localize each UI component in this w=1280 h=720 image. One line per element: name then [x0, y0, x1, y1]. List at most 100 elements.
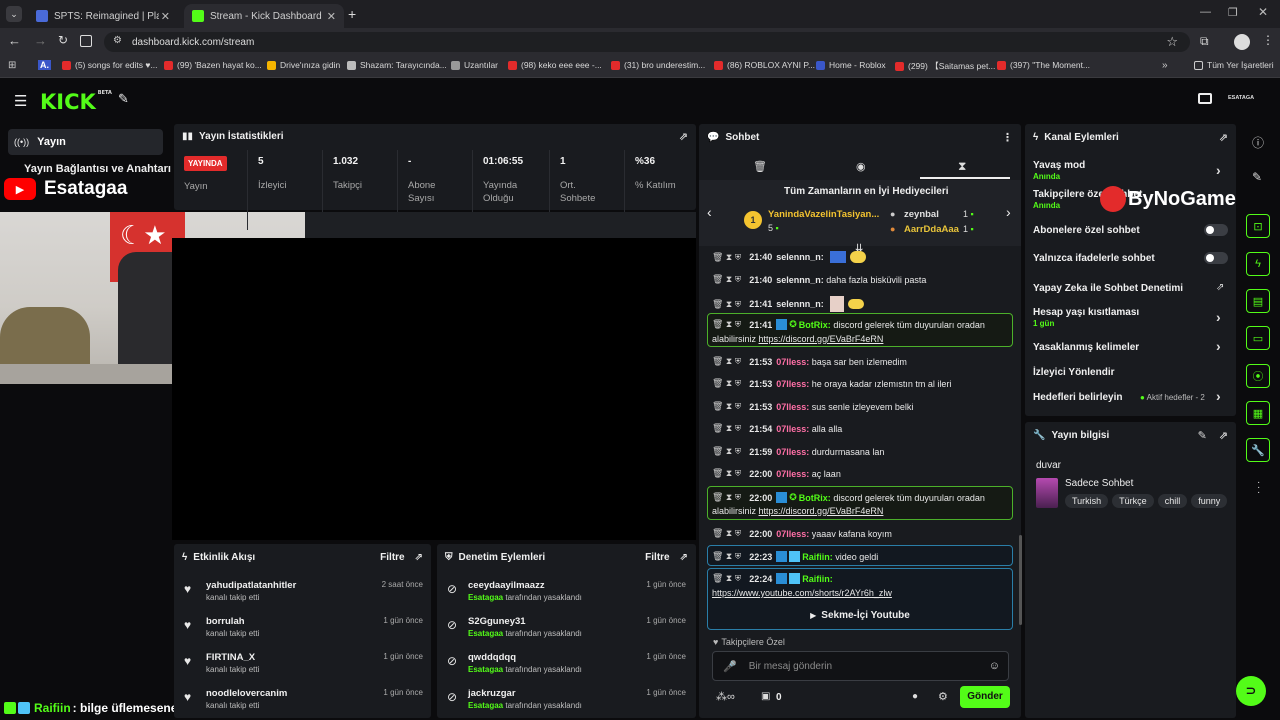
chat-message[interactable]: 🗑 ⧗ ⛨ 22:00 07lless: yaaav kafana koyım: [712, 528, 892, 539]
popout-icon[interactable]: ⇗: [1219, 131, 1228, 144]
hamburger-menu-icon[interactable]: ☰: [14, 92, 27, 110]
redirect-row[interactable]: İzleyici Yönlendir: [1033, 367, 1115, 378]
chat-message[interactable]: 🗑 ⧗ ⛨ 21:53 07lless: sus senle izleyevem b…: [712, 401, 913, 412]
chat-message[interactable]: 🗑 ⧗ ⛨ 21:40 selennn_n:: [712, 251, 866, 263]
message-actions-icon[interactable]: 🗑 ⧗ ⛨: [712, 319, 741, 330]
chat-input[interactable]: 🎤 Bir mesaj gönderin ☺: [712, 651, 1009, 681]
mic-icon[interactable]: 🎤: [723, 660, 737, 673]
rail-button-capture[interactable]: ⊡: [1246, 214, 1270, 238]
more-dots-icon[interactable]: · · ·: [1257, 478, 1260, 498]
chat-message[interactable]: 🗑 ⧗ ⛨ 21:54 07lless: alla alla: [712, 423, 842, 434]
popout-icon[interactable]: ⇗: [680, 552, 688, 563]
pin-icon[interactable]: ✎: [118, 91, 129, 107]
close-tab-icon[interactable]: ✕: [327, 10, 336, 23]
message-actions-icon[interactable]: 🗑 ⧗ ⛨: [712, 573, 741, 584]
message-user[interactable]: 07lless:: [776, 402, 809, 412]
tab-list-button[interactable]: ⌄: [6, 6, 22, 22]
more-bookmarks-icon[interactable]: »: [1162, 60, 1168, 71]
chevron-right-icon[interactable]: ›: [1216, 338, 1221, 354]
chat-message[interactable]: 🗑 ⧗ ⛨ 21:40 selennn_n: daha fazla bisküvil…: [712, 274, 926, 285]
emoji-icon[interactable]: ☺: [989, 660, 1000, 672]
browser-menu-icon[interactable]: ⋮: [1262, 33, 1274, 47]
close-tab-icon[interactable]: ✕: [161, 10, 170, 23]
edit-icon[interactable]: ✎: [1198, 429, 1207, 442]
sidebar-item-stream-key[interactable]: Yayın Bağlantısı ve Anahtarı: [24, 163, 171, 175]
tag-pill[interactable]: funny: [1191, 494, 1228, 508]
message-actions-icon[interactable]: 🗑 ⧗ ⛨: [712, 252, 741, 263]
message-actions-icon[interactable]: 🗑 ⧗ ⛨: [712, 492, 741, 503]
message-user[interactable]: Raifiin:: [802, 574, 833, 584]
bookmark-item[interactable]: (98) keko eee eee -...: [508, 60, 602, 70]
chat-menu-icon[interactable]: ⋮: [1002, 131, 1013, 144]
tag-pill[interactable]: Türkçe: [1112, 494, 1154, 508]
chevron-right-icon[interactable]: ›: [1216, 388, 1221, 404]
bookmark-item[interactable]: Uzantılar: [451, 60, 498, 70]
message-actions-icon[interactable]: 🗑 ⧗ ⛨: [712, 356, 741, 367]
prev-arrow-icon[interactable]: ‹: [707, 204, 712, 220]
new-tab-icon[interactable]: +: [348, 6, 356, 22]
message-user[interactable]: 07lless:: [776, 424, 809, 434]
message-actions-icon[interactable]: 🗑 ⧗ ⛨: [712, 401, 741, 412]
forward-icon[interactable]: →: [34, 33, 47, 48]
account-age-row[interactable]: Hesap yaşı kısıtlaması 1 gün: [1033, 307, 1139, 328]
chat-settings-bubble-icon[interactable]: ●: [912, 691, 918, 702]
slow-mode-row[interactable]: Yavaş mod Anında: [1033, 160, 1085, 181]
site-info-icon[interactable]: ⚙: [113, 35, 122, 46]
chat-scrollbar[interactable]: [1019, 535, 1022, 625]
chevron-right-icon[interactable]: ›: [1216, 162, 1221, 178]
tag-pill[interactable]: Turkish: [1065, 494, 1109, 508]
bookmark-item[interactable]: (299) 【Saitamas pet...: [895, 60, 995, 72]
profile-avatar[interactable]: [1234, 34, 1250, 50]
send-button[interactable]: Gönder: [960, 686, 1010, 708]
message-actions-icon[interactable]: 🗑 ⧗ ⛨: [712, 423, 741, 434]
message-user[interactable]: 07lless:: [776, 447, 809, 457]
bookmark-item[interactable]: Drive'ınıza gidin: [267, 60, 340, 70]
store-icon[interactable]: [1198, 93, 1212, 104]
message-user[interactable]: Raifiin:: [802, 552, 833, 562]
back-icon[interactable]: ←: [8, 33, 21, 48]
sidepanel-icon[interactable]: [80, 35, 92, 47]
message-actions-icon[interactable]: 🗑 ⧗ ⛨: [712, 446, 741, 457]
restore-icon[interactable]: ❐: [1228, 6, 1238, 19]
message-user[interactable]: selennn_n:: [776, 252, 824, 262]
tag-pill[interactable]: chill: [1157, 494, 1188, 508]
bookmark-item[interactable]: Shazam: Tarayıcında...: [347, 60, 447, 70]
video-preview[interactable]: [172, 238, 696, 540]
chat-tab-hourglass-icon[interactable]: ⧗: [958, 159, 966, 174]
browser-tab[interactable]: SPTS: Reimagined | Play on ✕: [28, 4, 178, 28]
rail-button-notes[interactable]: ▤: [1246, 289, 1270, 313]
chat-message[interactable]: 🗑 ⧗ ⛨ 21:53 07lless: he oraya kadar ızlemı…: [712, 378, 951, 389]
bookmark-item[interactable]: (86) ROBLOX AYNI P...: [714, 60, 815, 70]
store-icon[interactable]: ▣: [761, 691, 770, 702]
message-user[interactable]: BotRix:: [799, 493, 831, 503]
rail-button-layout[interactable]: ▦: [1246, 401, 1270, 425]
info-icon[interactable]: ⓘ: [1252, 134, 1264, 151]
close-window-icon[interactable]: ✕: [1258, 5, 1268, 19]
bookmark-item[interactable]: Home - Roblox: [816, 60, 886, 70]
rail-button-tools[interactable]: 🔧: [1246, 438, 1270, 462]
chat-message[interactable]: 🗑 ⧗ ⛨ 21:41 selennn_n:: [712, 296, 864, 312]
extensions-icon[interactable]: ⧉: [1200, 34, 1209, 49]
bookmark-star-icon[interactable]: ☆: [1166, 34, 1178, 50]
settings-gear-icon[interactable]: ⚙: [938, 690, 948, 703]
bookmark-item[interactable]: (397) "The Moment...: [997, 60, 1090, 70]
next-arrow-icon[interactable]: ›: [1006, 204, 1011, 220]
gifter-name[interactable]: YanindaVazelinTasiyan...: [768, 209, 879, 220]
rail-button-bolt[interactable]: ϟ: [1246, 252, 1270, 276]
message-user[interactable]: selennn_n:: [776, 275, 824, 285]
subs-chat-toggle[interactable]: [1204, 224, 1228, 236]
kick-logo[interactable]: KICK BETA: [40, 90, 112, 114]
bookmark-item[interactable]: (99) 'Bazen hayat ko...: [164, 60, 262, 70]
subs-chat-row[interactable]: Abonelere özel sohbet: [1033, 225, 1140, 236]
sidebar-item-yayin[interactable]: ((•)) Yayın: [8, 129, 163, 155]
bookmark-a-icon[interactable]: A.: [38, 60, 51, 70]
youtube-link[interactable]: https://www.youtube.com/shorts/r2AYr6h_z…: [712, 588, 892, 598]
apps-grid-icon[interactable]: ⊞: [8, 60, 16, 71]
discord-link[interactable]: https://discord.gg/EVaBrF4eRN: [759, 506, 884, 516]
bookmark-item[interactable]: (5) songs for edits ♥...: [62, 60, 158, 70]
popout-icon[interactable]: ⇗: [679, 130, 688, 143]
external-link-icon[interactable]: ⇗: [1216, 282, 1224, 293]
reload-icon[interactable]: ↻: [58, 33, 68, 47]
gifter-name[interactable]: AarrDdaAaa: [904, 224, 959, 235]
points-icon[interactable]: ⁂∞: [716, 690, 735, 703]
